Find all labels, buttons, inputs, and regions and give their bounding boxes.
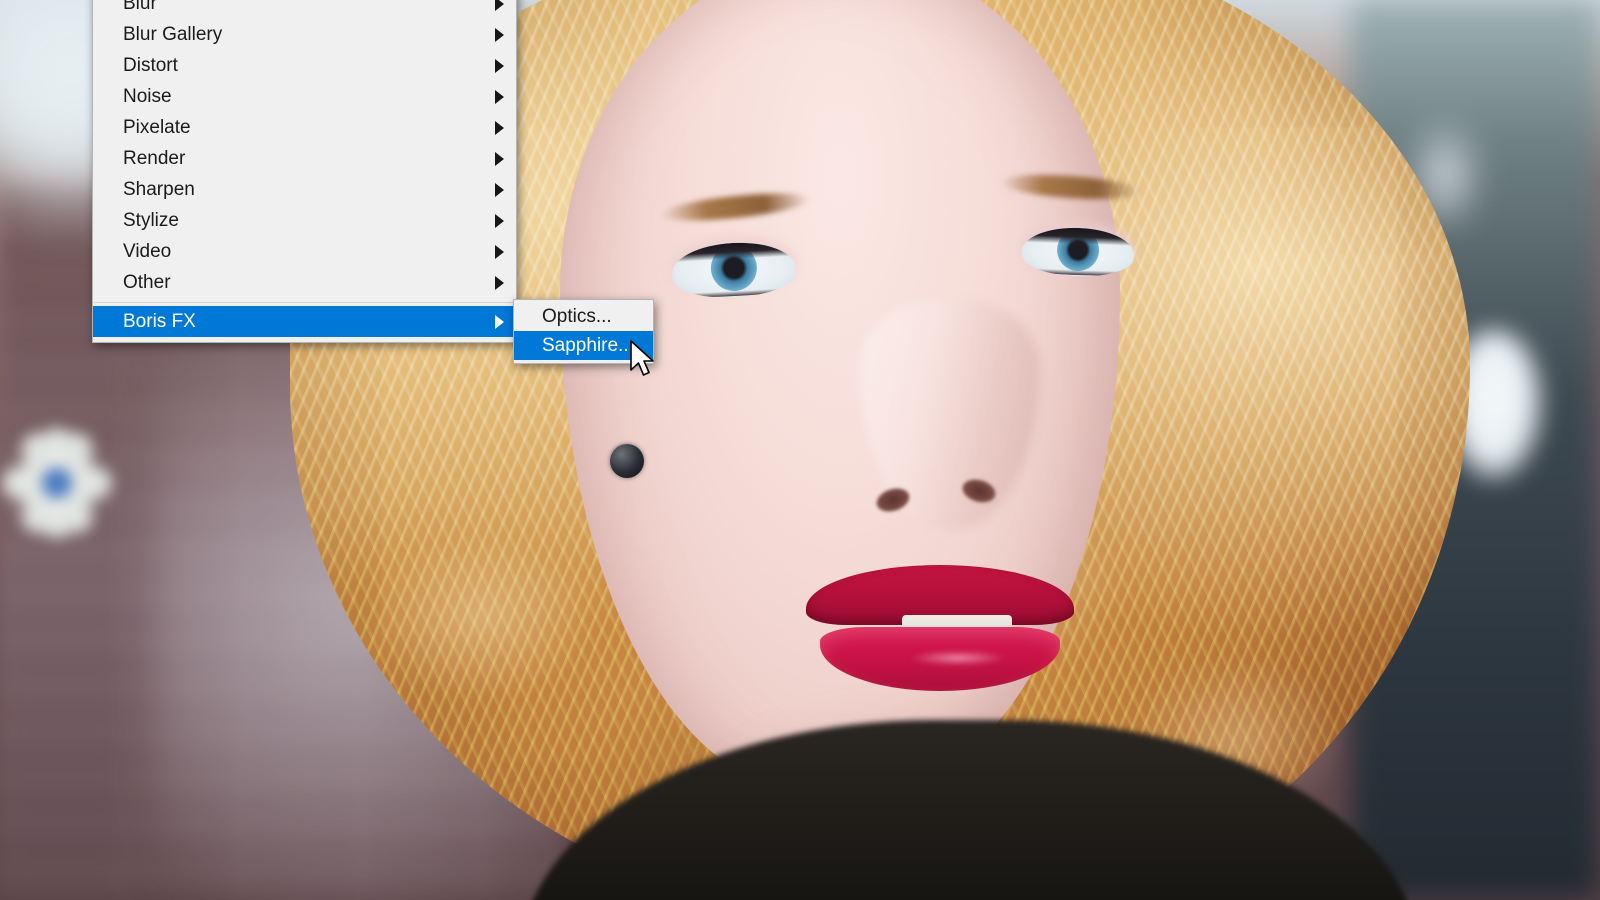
triangle-right-icon [495,244,504,259]
menu-item-label: Video [123,241,172,262]
subject-earring [610,444,644,478]
menu-item-other[interactable]: Other [93,267,516,298]
screen: Blur Blur Gallery Distort Noise Pixelate… [0,0,1600,900]
triangle-right-icon [495,182,504,197]
menu-item-label: Sharpen [123,179,195,200]
menu-item-distort[interactable]: Distort [93,50,516,81]
menu-item-boris-fx[interactable]: Boris FX [93,306,516,337]
menu-item-label: Blur [123,0,157,14]
triangle-right-icon [495,89,504,104]
triangle-right-icon [495,58,504,73]
menu-item-noise[interactable]: Noise [93,81,516,112]
triangle-right-icon [495,314,504,329]
menu-item-video[interactable]: Video [93,236,516,267]
subject-lips [806,565,1074,693]
submenu-item-sapphire[interactable]: Sapphire... [514,331,653,360]
triangle-right-icon [495,27,504,42]
submenu-item-optics[interactable]: Optics... [514,302,653,331]
menu-item-label: Pixelate [123,117,191,138]
triangle-right-icon [495,0,504,11]
menu-item-blur[interactable]: Blur [93,0,516,19]
triangle-right-icon [495,213,504,228]
submenu-item-label: Sapphire... [542,335,634,356]
menu-item-label: Stylize [123,210,179,231]
menu-separator [94,302,515,303]
menu-item-blur-gallery[interactable]: Blur Gallery [93,19,516,50]
menu-item-sharpen[interactable]: Sharpen [93,174,516,205]
menu-item-label: Blur Gallery [123,24,223,45]
subject-eye-right [1021,226,1135,278]
menu-item-stylize[interactable]: Stylize [93,205,516,236]
menu-item-label: Distort [123,55,178,76]
filter-menu[interactable]: Blur Blur Gallery Distort Noise Pixelate… [92,0,517,343]
menu-item-pixelate[interactable]: Pixelate [93,112,516,143]
menu-item-label: Render [123,148,186,169]
boris-fx-submenu[interactable]: Optics... Sapphire... [513,299,654,364]
triangle-right-icon [495,120,504,135]
background-flower-icon [0,408,132,558]
submenu-item-label: Optics... [542,306,612,327]
triangle-right-icon [495,275,504,290]
menu-item-label: Other [123,272,171,293]
subject-eye-left [670,239,798,301]
menu-item-label: Noise [123,86,172,107]
menu-item-render[interactable]: Render [93,143,516,174]
menu-item-label: Boris FX [123,311,196,332]
triangle-right-icon [495,151,504,166]
